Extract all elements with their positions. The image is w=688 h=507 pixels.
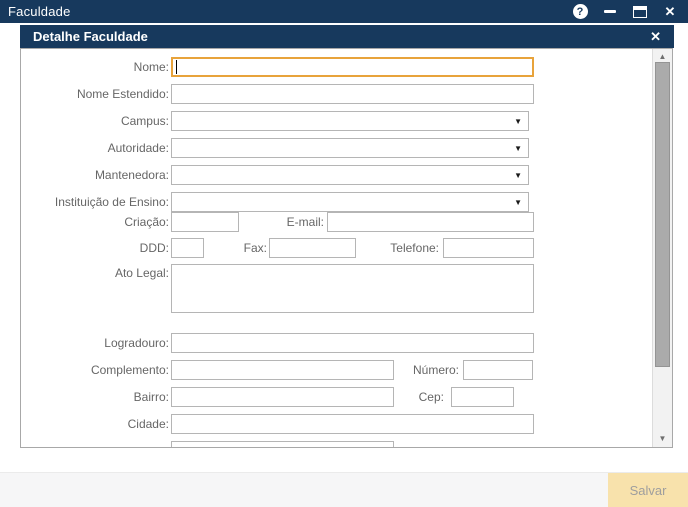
save-button[interactable]: Salvar <box>608 473 688 507</box>
nome-estendido-input[interactable] <box>171 84 534 104</box>
cep-input[interactable] <box>451 387 514 407</box>
fax-label: Fax: <box>231 238 267 258</box>
numero-input[interactable] <box>463 360 533 380</box>
numero-label: Número: <box>409 360 459 380</box>
criacao-input[interactable] <box>171 212 239 232</box>
ddd-input[interactable] <box>171 238 204 258</box>
dialog-footer: Salvar <box>0 472 688 507</box>
dialog-title: Detalhe Faculdade <box>33 29 148 44</box>
form-row-criacao-email: Criação: E-mail: <box>21 212 652 232</box>
help-icon: ? <box>573 4 588 19</box>
form-row-complemento-numero: Complemento: Número: <box>21 360 652 380</box>
form-row-cidade: Cidade: <box>21 414 652 434</box>
complemento-input[interactable] <box>171 360 394 380</box>
chevron-down-icon: ▼ <box>514 171 522 181</box>
text-caret <box>176 60 177 74</box>
form-row-bairro-cep: Bairro: Cep: <box>21 387 652 407</box>
vertical-scrollbar[interactable]: ▲ ▼ <box>652 49 672 447</box>
maximize-icon <box>633 6 647 18</box>
form-row-logradouro: Logradouro: <box>21 333 652 353</box>
nome-label: Nome: <box>21 57 169 77</box>
chevron-down-icon: ▼ <box>514 144 522 154</box>
scroll-down-arrow-icon[interactable]: ▼ <box>653 434 672 444</box>
autoridade-label: Autoridade: <box>21 138 169 158</box>
telefone-input[interactable] <box>443 238 534 258</box>
form-row-nome: Nome: <box>21 57 652 77</box>
logradouro-label: Logradouro: <box>21 333 169 353</box>
campus-label: Campus: <box>21 111 169 131</box>
form-row-partial <box>21 441 652 448</box>
ddd-label: DDD: <box>21 238 169 258</box>
partial-input[interactable] <box>171 441 394 448</box>
telefone-label: Telefone: <box>386 238 439 258</box>
bairro-input[interactable] <box>171 387 394 407</box>
app-window: Faculdade ? ✕ Detalhe Faculdade ✕ Nome: … <box>0 0 688 507</box>
window-titlebar: Faculdade ? ✕ <box>0 0 688 23</box>
maximize-button[interactable] <box>632 3 648 21</box>
form-row-campus: Campus: ▼ <box>21 111 652 131</box>
complemento-label: Complemento: <box>21 360 169 380</box>
cidade-input[interactable] <box>171 414 534 434</box>
mantenedora-label: Mantenedora: <box>21 165 169 185</box>
window-close-button[interactable]: ✕ <box>662 3 678 21</box>
form-row-instituicao: Instituição de Ensino: ▼ <box>21 192 652 212</box>
instituicao-label: Instituição de Ensino: <box>21 192 169 212</box>
scroll-up-arrow-icon[interactable]: ▲ <box>653 52 672 62</box>
nome-input[interactable] <box>171 57 534 77</box>
help-button[interactable]: ? <box>572 3 588 21</box>
chevron-down-icon: ▼ <box>514 117 522 127</box>
form-row-ato-legal: Ato Legal: <box>21 264 652 313</box>
form-row-mantenedora: Mantenedora: ▼ <box>21 165 652 185</box>
campus-select[interactable]: ▼ <box>171 111 529 131</box>
nome-estendido-label: Nome Estendido: <box>21 84 169 104</box>
logradouro-input[interactable] <box>171 333 534 353</box>
chevron-down-icon: ▼ <box>514 198 522 208</box>
cep-label: Cep: <box>411 387 444 407</box>
form-scroll-area: Nome: Nome Estendido: Campus: ▼ Autorida… <box>20 48 673 448</box>
cidade-label: Cidade: <box>21 414 169 434</box>
window-title: Faculdade <box>8 4 71 19</box>
email-input[interactable] <box>327 212 534 232</box>
fax-input[interactable] <box>269 238 356 258</box>
email-label: E-mail: <box>239 212 324 232</box>
instituicao-select[interactable]: ▼ <box>171 192 529 212</box>
ato-legal-label: Ato Legal: <box>21 264 169 284</box>
form-row-nome-estendido: Nome Estendido: <box>21 84 652 104</box>
scrollbar-thumb[interactable] <box>655 62 670 367</box>
dialog-header: Detalhe Faculdade ✕ <box>20 25 674 48</box>
ato-legal-textarea[interactable] <box>171 264 534 313</box>
minimize-icon <box>604 10 616 13</box>
minimize-button[interactable] <box>602 3 618 21</box>
form-row-autoridade: Autoridade: ▼ <box>21 138 652 158</box>
criacao-label: Criação: <box>21 212 169 232</box>
dialog-close-button[interactable]: ✕ <box>650 29 661 45</box>
bairro-label: Bairro: <box>21 387 169 407</box>
form-row-ddd-fax-telefone: DDD: Fax: Telefone: <box>21 238 652 258</box>
mantenedora-select[interactable]: ▼ <box>171 165 529 185</box>
autoridade-select[interactable]: ▼ <box>171 138 529 158</box>
titlebar-controls: ? ✕ <box>572 3 680 21</box>
